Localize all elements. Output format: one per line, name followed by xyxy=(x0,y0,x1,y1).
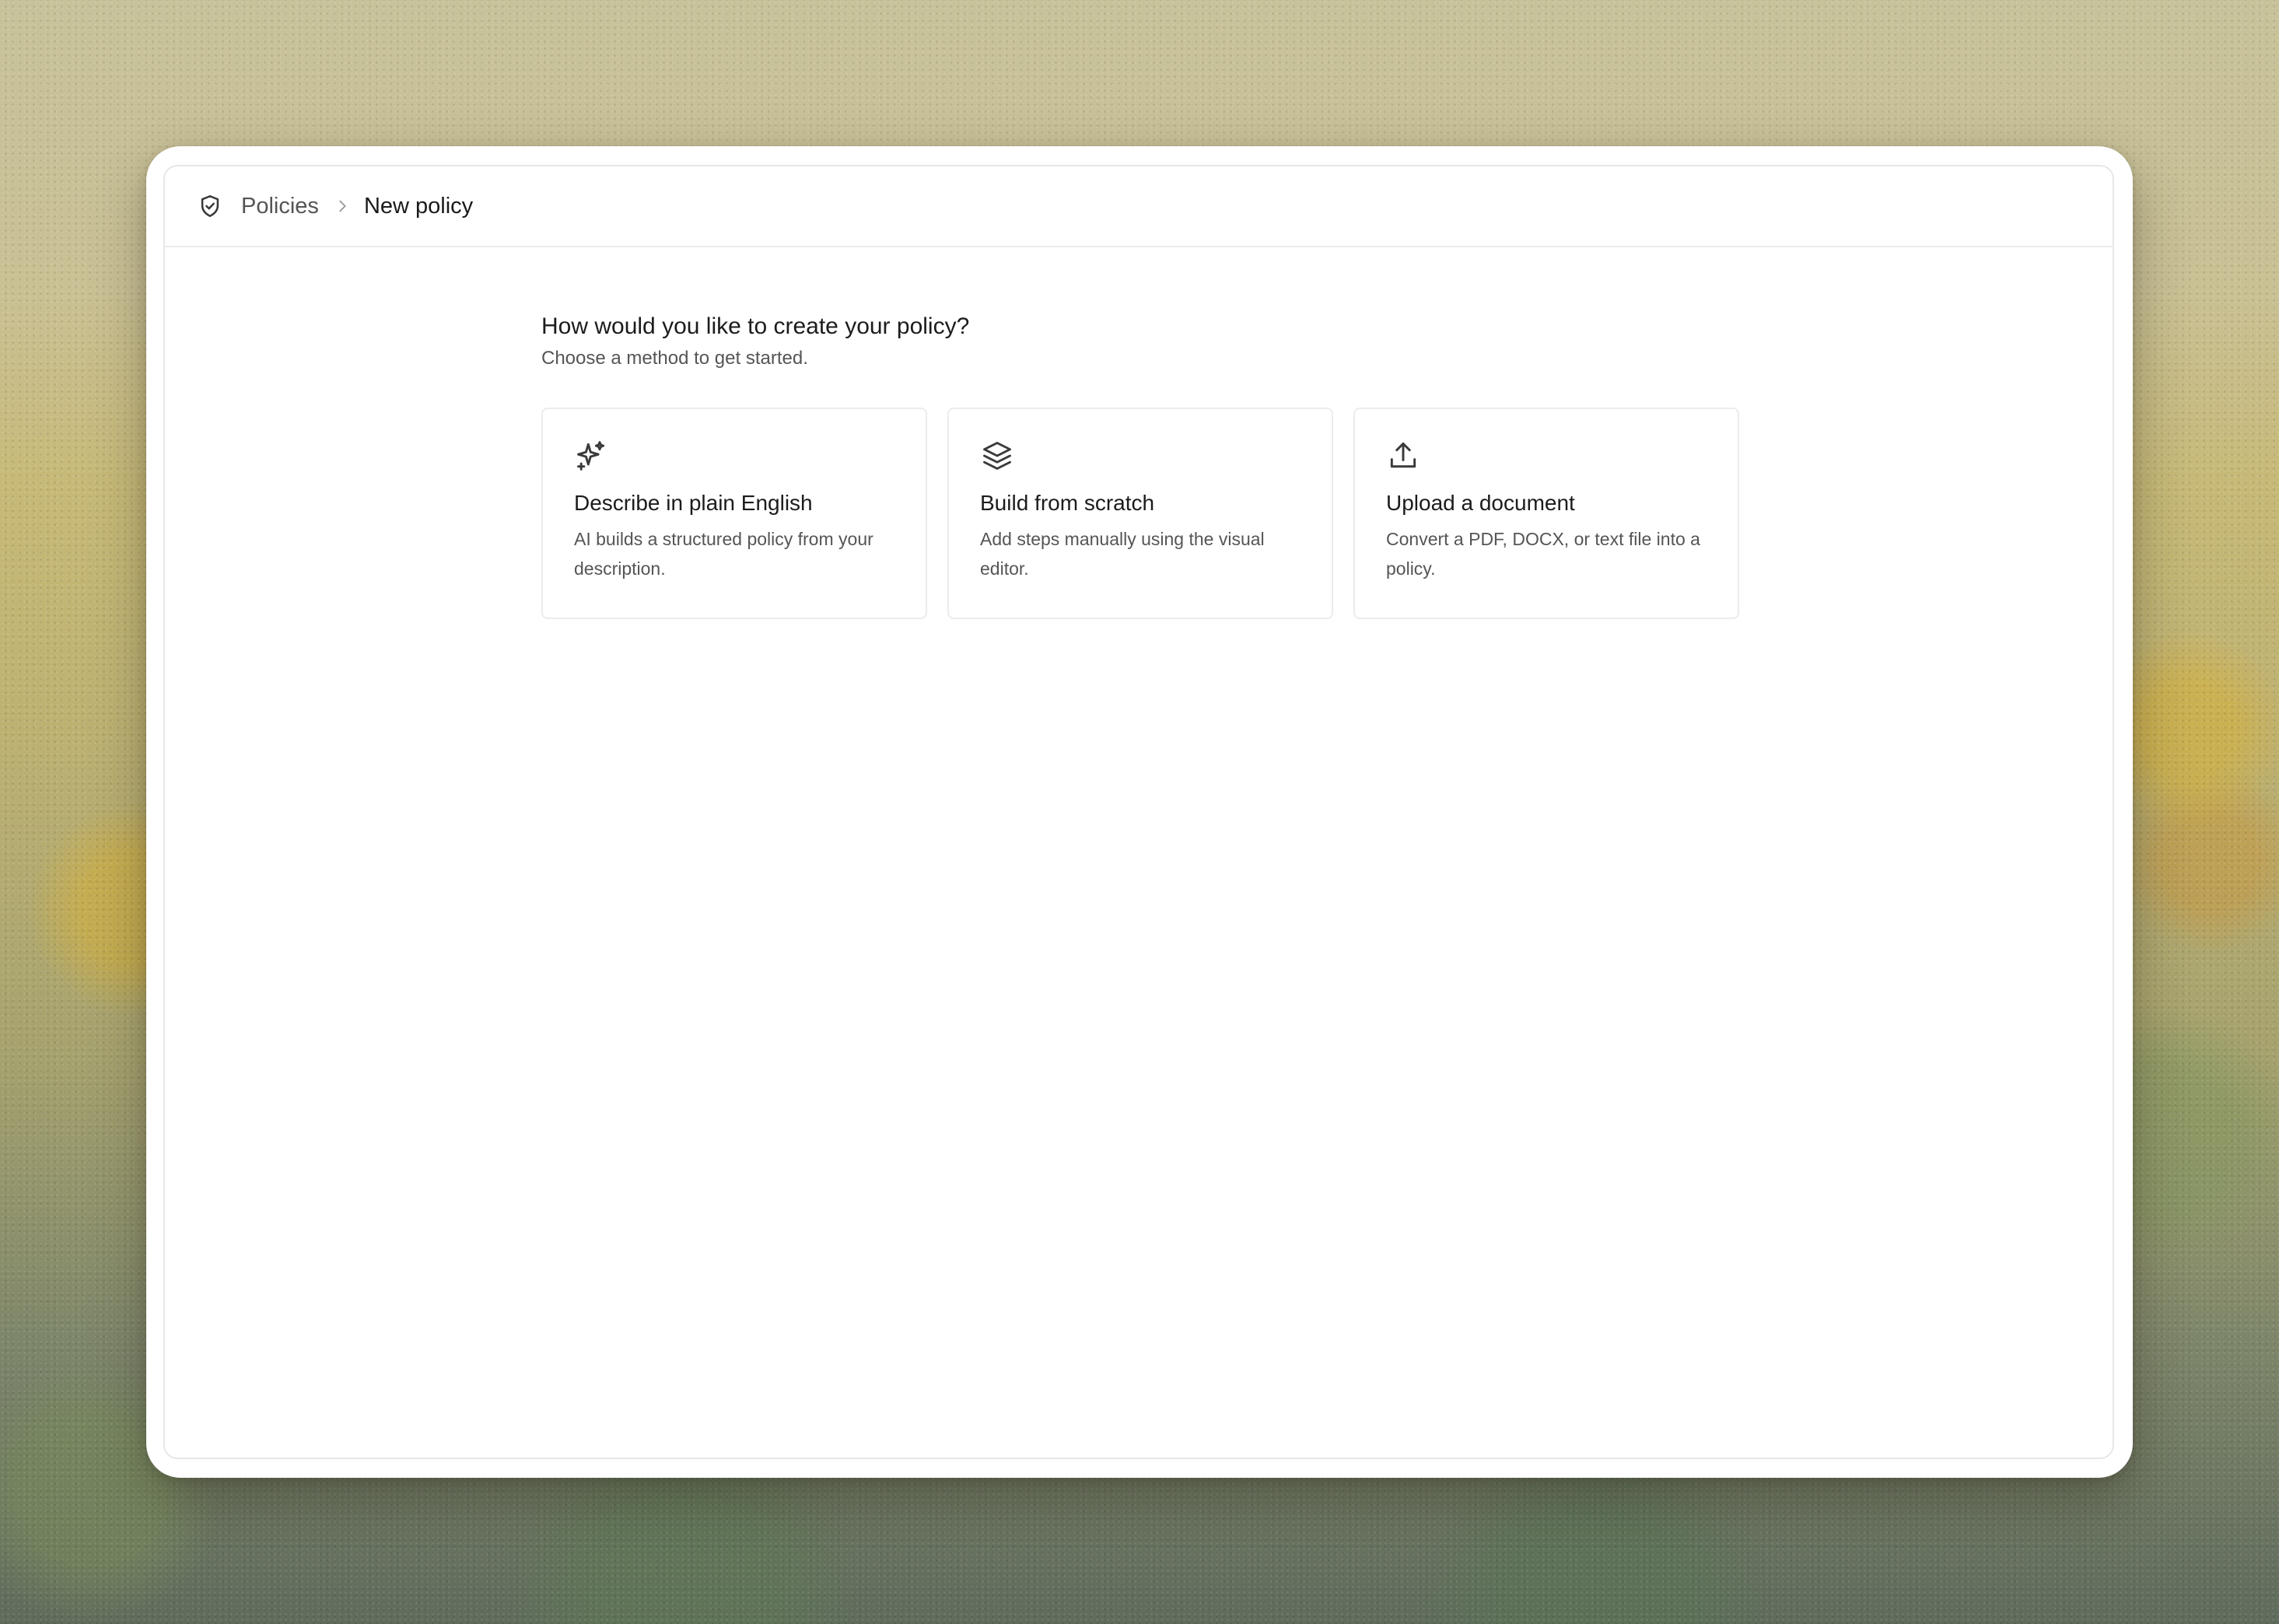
page-title: How would you like to create your policy… xyxy=(541,313,970,339)
shield-check-icon xyxy=(196,192,224,220)
chevron-right-icon xyxy=(331,195,353,217)
app-window: Policies New policy How would you like t… xyxy=(146,146,2133,1478)
card-title: Describe in plain English xyxy=(574,491,813,515)
breadcrumb: Policies New policy xyxy=(165,166,2113,247)
card-title: Upload a document xyxy=(1386,491,1575,515)
creation-method-section: How would you like to create your policy… xyxy=(541,311,1739,619)
upload-a-document-card[interactable]: Upload a document Convert a PDF, DOCX, o… xyxy=(1353,408,1739,619)
card-description: AI builds a structured policy from your … xyxy=(574,529,873,579)
method-options: Describe in plain English AI builds a st… xyxy=(541,408,1739,619)
describe-in-plain-english-card[interactable]: Describe in plain English AI builds a st… xyxy=(541,408,927,619)
upload-icon xyxy=(1386,439,1420,473)
build-from-scratch-card[interactable]: Build from scratch Add steps manually us… xyxy=(947,408,1333,619)
breadcrumb-current-page: New policy xyxy=(363,193,474,219)
sparkles-icon xyxy=(574,439,608,473)
breadcrumb-policies-link[interactable]: Policies xyxy=(241,194,319,219)
card-title: Build from scratch xyxy=(980,491,1155,515)
card-description: Add steps manually using the visual edit… xyxy=(980,529,1265,579)
page-subtitle: Choose a method to get started. xyxy=(541,348,808,369)
main-panel: Policies New policy How would you like t… xyxy=(163,165,2114,1459)
layers-icon xyxy=(980,439,1014,473)
card-description: Convert a PDF, DOCX, or text file into a… xyxy=(1386,529,1700,579)
